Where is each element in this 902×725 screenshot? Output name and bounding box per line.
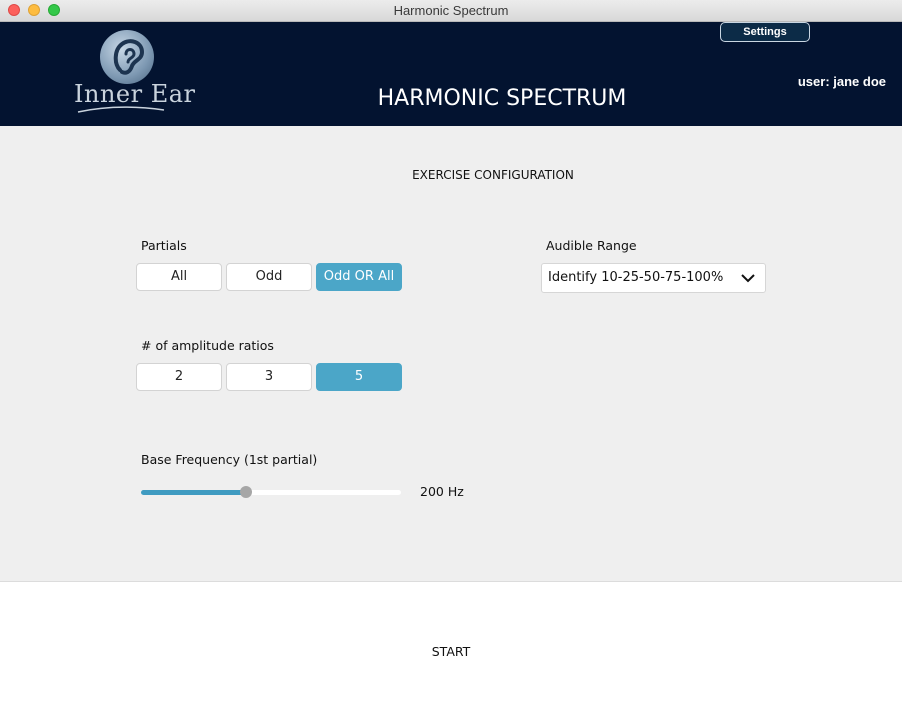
window-title: Harmonic Spectrum (393, 3, 509, 18)
section-heading: EXERCISE CONFIGURATION (412, 168, 574, 182)
partials-option-odd[interactable]: Odd (226, 263, 312, 291)
partials-option-all[interactable]: All (136, 263, 222, 291)
partials-option-odd-or-all[interactable]: Odd OR All (316, 263, 402, 291)
chevron-down-icon (741, 274, 755, 283)
amplitude-ratios-label: # of amplitude ratios (141, 338, 274, 353)
ear-logo-icon (100, 30, 154, 84)
base-frequency-slider[interactable] (141, 485, 401, 499)
amplitude-ratios-option-3[interactable]: 3 (226, 363, 312, 391)
audible-range-value: Identify 10-25-50-75-100% (548, 270, 724, 285)
page-title: HARMONIC SPECTRUM (377, 86, 627, 111)
base-frequency-label: Base Frequency (1st partial) (141, 452, 318, 467)
footer: START (0, 581, 902, 725)
start-button[interactable]: START (0, 582, 902, 725)
settings-button[interactable]: Settings (720, 22, 810, 42)
audible-range-label: Audible Range (546, 238, 637, 253)
audible-range-select[interactable]: Identify 10-25-50-75-100% (541, 263, 766, 293)
app-header: Inner Ear Settings user: jane doe HARMON… (0, 22, 902, 126)
slider-fill (141, 490, 247, 495)
amplitude-ratios-option-2[interactable]: 2 (136, 363, 222, 391)
base-frequency-value: 200 Hz (420, 484, 464, 499)
title-bar[interactable]: Harmonic Spectrum (0, 0, 902, 22)
configuration-panel: EXERCISE CONFIGURATION Partials All Odd … (0, 126, 902, 581)
slider-thumb[interactable] (240, 486, 253, 498)
partials-label: Partials (141, 238, 187, 253)
amplitude-ratios-option-5[interactable]: 5 (316, 363, 402, 391)
app-window: Harmonic Spectrum Inner Ear Settings use… (0, 0, 902, 725)
